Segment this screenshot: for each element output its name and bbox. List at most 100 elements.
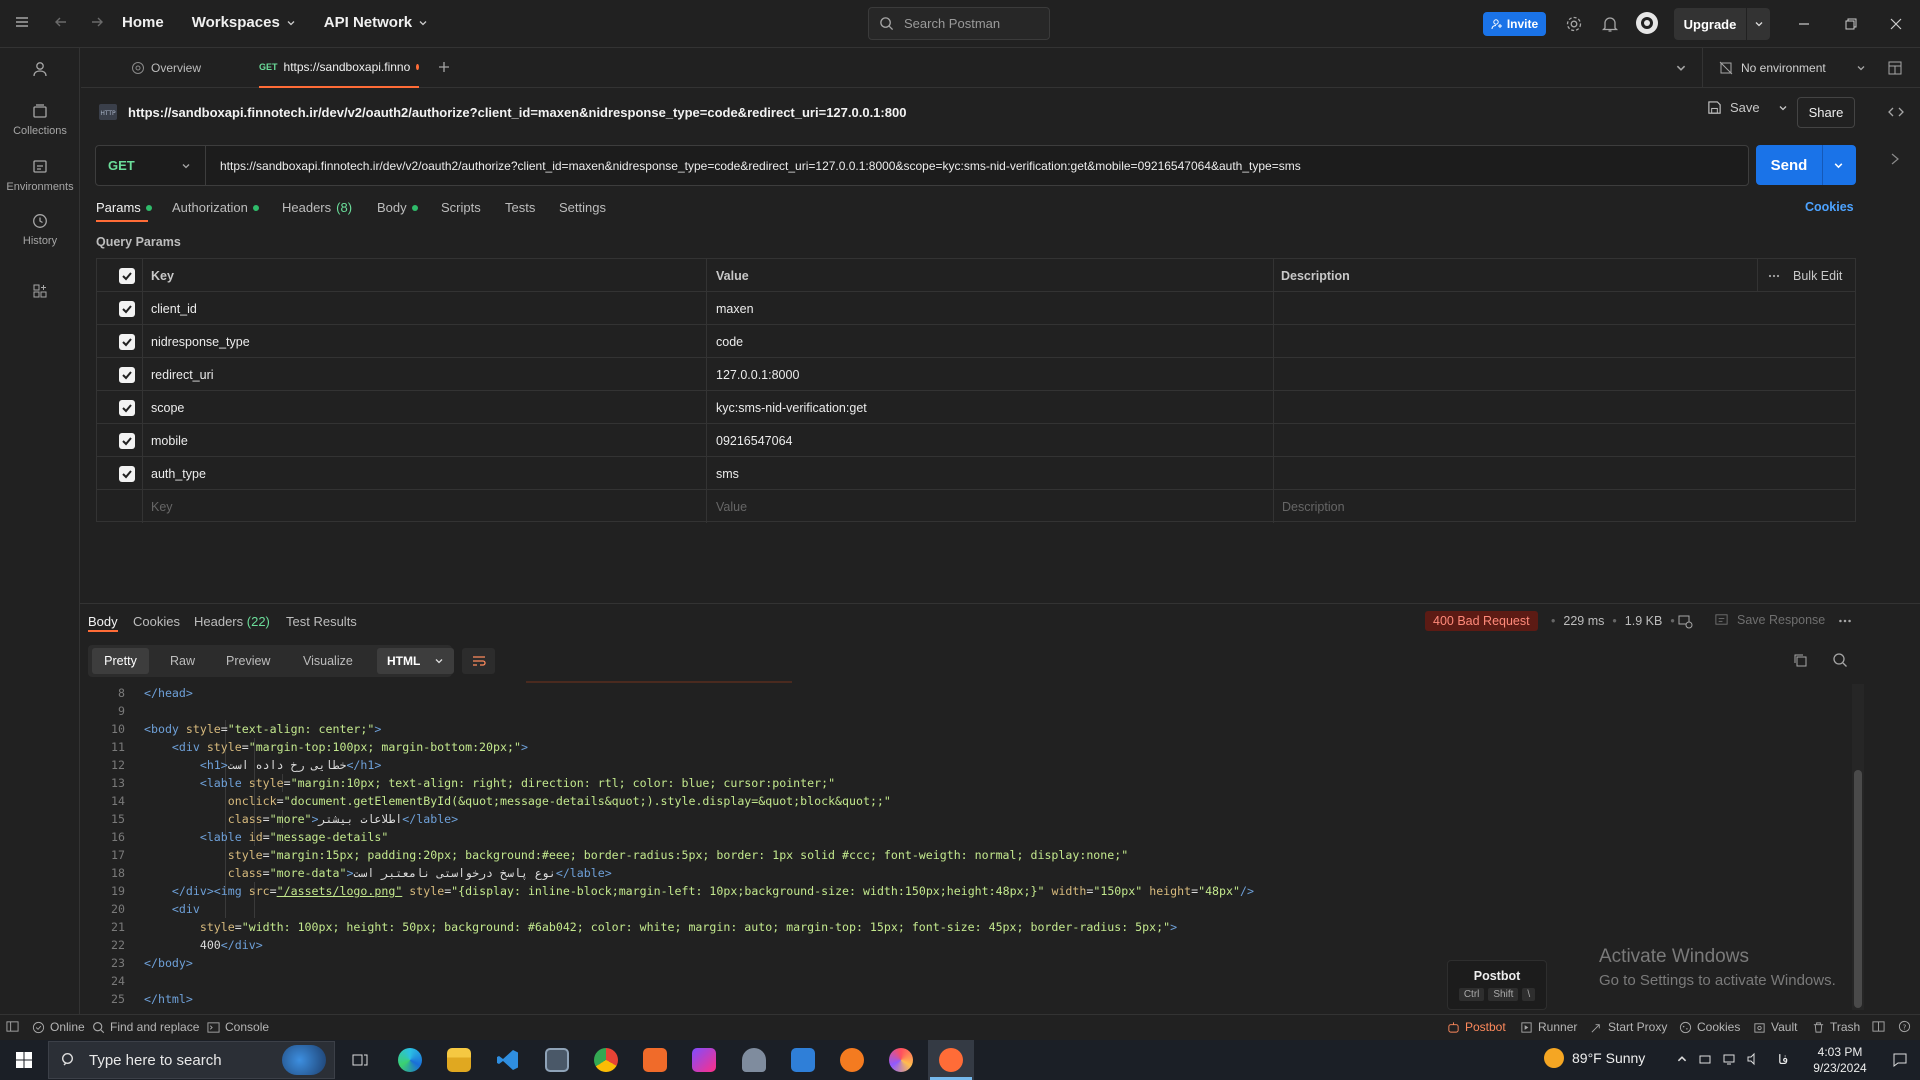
param-value[interactable]: kyc:sms-nid-verification:get — [716, 391, 867, 424]
chrome-app-icon[interactable] — [586, 1040, 626, 1080]
network-info-icon[interactable] — [1677, 613, 1693, 629]
view-mode-visualize[interactable]: Visualize — [303, 654, 353, 668]
search-icon[interactable] — [1832, 652, 1848, 668]
sidebar-item-environments[interactable]: Environments — [0, 156, 80, 193]
sidebar-item-configure[interactable] — [0, 280, 80, 303]
tabs-dropdown-chevron-icon[interactable] — [1675, 62, 1687, 74]
select-all-checkbox[interactable] — [119, 259, 135, 292]
param-key[interactable]: redirect_uri — [151, 358, 214, 391]
tab-headers[interactable]: Headers (8) — [282, 200, 352, 215]
response-size[interactable]: 1.9 KB — [1625, 614, 1663, 628]
back-arrow-icon[interactable] — [53, 14, 69, 30]
view-mode-preview[interactable]: Preview — [226, 654, 270, 668]
param-enabled-checkbox[interactable] — [119, 424, 135, 457]
notifications-bell-icon[interactable] — [1601, 15, 1619, 33]
search-postman-input[interactable]: Search Postman — [868, 7, 1050, 40]
save-button[interactable]: Save — [1707, 100, 1788, 115]
sidebar-item-history[interactable]: History — [0, 210, 80, 247]
workspaces-menu[interactable]: Workspaces — [192, 14, 296, 31]
online-status[interactable]: Online — [32, 1020, 85, 1034]
postman-app-icon[interactable] — [928, 1040, 974, 1080]
send-button[interactable]: Send — [1756, 145, 1856, 185]
param-key[interactable]: scope — [151, 391, 184, 424]
tab-settings[interactable]: Settings — [559, 200, 606, 215]
restore-icon[interactable] — [1844, 17, 1858, 31]
file-explorer-app-icon[interactable] — [439, 1040, 479, 1080]
param-description[interactable] — [1282, 391, 1842, 424]
close-window-icon[interactable] — [1889, 17, 1903, 31]
firefox-app-icon[interactable] — [881, 1040, 921, 1080]
home-link[interactable]: Home — [122, 14, 164, 31]
postbot-button[interactable]: Postbot — [1447, 1020, 1506, 1034]
layout-icon[interactable] — [1872, 1020, 1885, 1033]
response-code-viewer[interactable]: 8 </head> 9 10 <body style="text-align: ce… — [80, 684, 1850, 1014]
profile-avatar-icon[interactable] — [1635, 11, 1659, 35]
key-placeholder-input[interactable]: Key — [151, 490, 173, 523]
trash-button[interactable]: Trash — [1812, 1020, 1860, 1034]
param-enabled-checkbox[interactable] — [119, 457, 135, 490]
param-description[interactable] — [1282, 292, 1842, 325]
param-value[interactable]: code — [716, 325, 743, 358]
format-select[interactable]: HTML — [377, 648, 454, 674]
xampp-app-icon[interactable] — [635, 1040, 675, 1080]
start-proxy-button[interactable]: Start Proxy — [1590, 1020, 1667, 1034]
param-key[interactable]: nidresponse_type — [151, 325, 250, 358]
wrap-lines-button[interactable] — [462, 648, 495, 674]
sidebar-item-account[interactable] — [0, 58, 80, 81]
notification-center-icon[interactable] — [1880, 1040, 1920, 1080]
param-value[interactable]: sms — [716, 457, 739, 490]
api-network-menu[interactable]: API Network — [324, 14, 428, 31]
tab-authorization[interactable]: Authorization — [172, 200, 259, 215]
param-enabled-checkbox[interactable] — [119, 325, 135, 358]
console-button[interactable]: Console — [207, 1020, 269, 1034]
runner-button[interactable]: Runner — [1520, 1020, 1577, 1034]
view-mode-pretty[interactable]: Pretty — [92, 648, 149, 674]
value-placeholder-input[interactable]: Value — [716, 490, 747, 523]
tab-body[interactable]: Body — [377, 200, 418, 215]
invite-button[interactable]: Invite — [1483, 12, 1546, 36]
view-mode-raw[interactable]: Raw — [170, 654, 195, 668]
share-button[interactable]: Share — [1797, 97, 1855, 128]
param-key[interactable]: mobile — [151, 424, 188, 457]
system-tray[interactable] — [1676, 1052, 1760, 1066]
edge-app-icon[interactable] — [390, 1040, 430, 1080]
find-replace-button[interactable]: Find and replace — [92, 1020, 199, 1034]
expand-panel-icon[interactable] — [1888, 152, 1902, 166]
param-description[interactable] — [1282, 325, 1842, 358]
status-badge[interactable]: 400 Bad Request — [1425, 611, 1538, 631]
forward-arrow-icon[interactable] — [89, 14, 105, 30]
code-scrollbar-thumb[interactable] — [1854, 770, 1862, 1008]
save-response-button[interactable]: Save Response — [1714, 612, 1825, 627]
response-tab-headers[interactable]: Headers (22) — [194, 614, 270, 629]
vscode-app-icon[interactable] — [488, 1040, 528, 1080]
new-tab-plus-icon[interactable] — [437, 60, 451, 74]
minimize-icon[interactable] — [1797, 17, 1811, 31]
menu-icon[interactable] — [14, 14, 30, 30]
param-enabled-checkbox[interactable] — [119, 358, 135, 391]
url-input[interactable]: https://sandboxapi.finnotech.ir/dev/v2/o… — [206, 159, 1301, 173]
copy-icon[interactable] — [1792, 652, 1808, 668]
taskbar-clock[interactable]: 4:03 PM 9/23/2024 — [1800, 1044, 1880, 1076]
postbot-hint[interactable]: Postbot Ctrl Shift \ — [1447, 960, 1547, 1010]
sidebar-item-collections[interactable]: Collections — [0, 100, 80, 137]
bulk-edit-button[interactable]: Bulk Edit — [1793, 259, 1842, 292]
response-tab-body[interactable]: Body — [88, 614, 118, 629]
code-snippet-icon[interactable] — [1888, 104, 1904, 120]
tab-scripts[interactable]: Scripts — [441, 200, 481, 215]
upgrade-button[interactable]: Upgrade — [1674, 8, 1770, 40]
tab-overview[interactable]: Overview — [131, 48, 201, 88]
vault-button[interactable]: Vault — [1753, 1020, 1797, 1034]
toggle-sidebar-icon[interactable] — [6, 1020, 19, 1033]
response-time[interactable]: 229 ms — [1563, 614, 1604, 628]
settings-gear-icon[interactable] — [1565, 15, 1583, 33]
param-value[interactable]: 09216547064 — [716, 424, 792, 457]
help-icon[interactable]: ? — [1898, 1020, 1911, 1033]
phpstorm-app-icon[interactable] — [684, 1040, 724, 1080]
param-enabled-checkbox[interactable] — [119, 292, 135, 325]
param-description[interactable] — [1282, 457, 1842, 490]
param-enabled-checkbox[interactable] — [119, 391, 135, 424]
task-view-icon[interactable] — [340, 1040, 380, 1080]
tab-active-request[interactable]: GET https://sandboxapi.finno — [259, 48, 419, 88]
param-value[interactable]: maxen — [716, 292, 754, 325]
mail-app-icon[interactable] — [783, 1040, 823, 1080]
